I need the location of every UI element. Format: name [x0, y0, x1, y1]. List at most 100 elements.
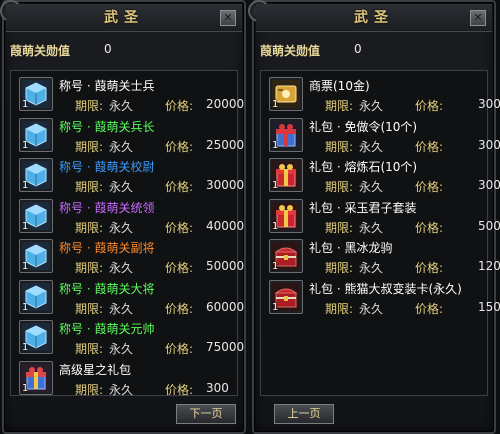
shop-item[interactable]: 1 称号 · 葭萌关统领 期限: 永久 价格: 40000: [11, 197, 244, 237]
item-quantity: 1: [272, 139, 279, 151]
price-label: 价格:: [165, 180, 194, 194]
duration-label: 期限:: [75, 220, 104, 235]
duration-label: 期限:: [75, 301, 104, 316]
shop-item[interactable]: 1 礼包 · 黑冰龙驹期限: 永久 价格: 120000: [261, 237, 500, 277]
item-icon-slot[interactable]: 1: [19, 198, 53, 233]
next-page-button[interactable]: 下一页: [176, 404, 236, 424]
item-name: 礼包 · 免做令(10个): [309, 119, 418, 134]
shop-item[interactable]: 1 商票(10金) 期限: 永久 价格: 3000: [261, 75, 500, 115]
shop-item[interactable]: 1 礼包 · 免做令(10个) 期限: 永久 价格: 3000: [261, 116, 500, 156]
shop-item[interactable]: 1 称号 · 葭萌关副将 期限: 永久 价格: 50000: [11, 237, 244, 277]
item-meta: 期限: 永久 价格: 60000: [75, 300, 244, 317]
item-name: 称号 · 葭萌关大将: [59, 281, 155, 296]
duration-label: 期限:: [325, 180, 354, 194]
item-meta: 期限: 永久 价格: 75000: [75, 340, 244, 357]
item-name: 礼包 · 黑冰龙驹: [309, 241, 393, 255]
price-value: 40000: [206, 218, 245, 233]
item-list: 1商票(10金)期限:永久价格:30001礼包 · 免做令(10个)期限:永久价…: [260, 70, 500, 396]
item-icon-slot[interactable]: 1: [269, 158, 303, 192]
duration-value: 永久: [109, 180, 134, 194]
close-icon: ✕: [473, 11, 483, 24]
duration-value: 永久: [109, 301, 134, 316]
price-label: 价格:: [415, 99, 444, 113]
item-name: 商票(10金): [309, 79, 370, 93]
item-meta: 期限: 永久 价格: 50000: [75, 259, 244, 276]
item-icon-slot[interactable]: 1: [19, 360, 53, 395]
item-meta: 期限: 永久 价格: 120000: [325, 259, 500, 276]
duration-value: 永久: [359, 99, 384, 113]
price-label: 价格:: [165, 301, 194, 316]
item-quantity: 1: [272, 220, 279, 232]
item-quantity: 1: [22, 139, 29, 151]
close-button[interactable]: ✕: [220, 10, 236, 26]
item-icon-slot[interactable]: 1: [269, 279, 303, 314]
shop-item[interactable]: 1 称号 · 葭萌关大将期限: 永久 价格: 60000: [11, 278, 244, 318]
price-label: 价格:: [165, 139, 194, 154]
shop-panel-left: 武圣 ✕ 葭萌关勋值 0 1 称号 · 葭萌关士兵 期限: 永久 价格: 20000 1 称号…: [0, 0, 246, 434]
shop-item[interactable]: 1 礼包 · 熔炼石(10个) 期限: 永久 价格: 3000: [261, 156, 500, 196]
shop-item[interactable]: 1 高级星之礼包 期限: 永久 价格: 300: [11, 359, 237, 399]
item-list: 1 称号 · 葭萌关士兵 期限: 永久 价格: 20000 1 称号 · 葭萌关兵长 期限: 永久…: [10, 70, 244, 399]
duration-value: 永久: [109, 342, 134, 356]
item-name: 礼包 · 熊猫大叔变装卡(永久): [309, 281, 462, 296]
item-quantity: 1: [272, 261, 279, 272]
price-label: 价格:: [165, 220, 194, 235]
item-meta: 期限: 永久 价格: 150000: [325, 300, 500, 317]
duration-value: 永久: [359, 139, 384, 154]
price-value: 120000: [478, 259, 500, 273]
shop-item[interactable]: 1 礼包 · 采玉君子套装期限: 永久 价格: 50000: [261, 197, 500, 237]
price-value: 50000: [478, 218, 500, 233]
duration-label: 期限:: [75, 180, 104, 194]
price-value: 25000: [206, 137, 245, 152]
shop-item[interactable]: 1 称号 · 葭萌关校尉 期限: 永久 价格: 30000: [11, 156, 244, 196]
merit-value: 0: [354, 42, 362, 56]
shop-panel-right: 武圣 ✕ 葭萌关勋值 0 1商票(10金)期限:永久价格:30001礼包 · 免…: [248, 0, 500, 434]
duration-label: 期限:: [75, 342, 104, 356]
duration-label: 期限:: [325, 99, 354, 113]
item-quantity: 1: [22, 342, 29, 353]
price-label: 价格:: [415, 220, 444, 235]
merit-row: 葭萌关勋值 0: [260, 42, 488, 62]
item-icon-slot[interactable]: 1: [19, 77, 53, 111]
item-icon-slot[interactable]: 1: [269, 198, 303, 233]
duration-value: 永久: [359, 220, 384, 235]
duration-label: 期限:: [75, 261, 104, 275]
item-icon-slot[interactable]: 1: [19, 117, 53, 152]
item-icon-slot[interactable]: 1: [19, 239, 53, 273]
duration-value: 永久: [359, 180, 384, 194]
price-value: 3000: [478, 178, 500, 192]
item-icon-slot[interactable]: 1: [19, 320, 53, 354]
item-quantity: 1: [22, 261, 29, 272]
item-quantity: 1: [272, 301, 279, 313]
shop-item[interactable]: 1 称号 · 葭萌关士兵 期限: 永久 价格: 20000: [11, 75, 244, 115]
price-label: 价格:: [415, 261, 444, 275]
price-value: 60000: [206, 299, 245, 314]
item-meta: 期限: 永久 价格: 50000: [325, 219, 500, 236]
duration-value: 永久: [109, 382, 134, 397]
price-label: 价格:: [165, 342, 194, 356]
item-icon-slot[interactable]: 1: [269, 239, 303, 273]
duration-label: 期限:: [325, 220, 354, 235]
shop-item[interactable]: 1 礼包 · 熊猫大叔变装卡(永久) 期限: 永久 价格: 150000: [261, 278, 500, 318]
item-icon-slot[interactable]: 1: [269, 77, 303, 111]
title-bar: 武圣 ✕: [256, 4, 492, 32]
item-icon-slot[interactable]: 1: [19, 279, 53, 314]
item-meta: 期限: 永久 价格: 3000: [325, 138, 500, 155]
item-meta: 期限: 永久 价格: 40000: [75, 219, 244, 236]
price-value: 30000: [206, 178, 245, 192]
duration-label: 期限:: [75, 99, 104, 113]
duration-label: 期限:: [325, 301, 354, 316]
shop-item[interactable]: 1 称号 · 葭萌关元帅 期限: 永久 价格: 75000: [11, 318, 244, 358]
price-value: 300: [206, 380, 229, 395]
item-icon-slot[interactable]: 1: [19, 158, 53, 192]
duration-value: 永久: [109, 261, 134, 275]
duration-label: 期限:: [325, 261, 354, 275]
item-icon-slot[interactable]: 1: [269, 117, 303, 152]
prev-page-button[interactable]: 上一页: [274, 404, 334, 424]
item-name: 称号 · 葭萌关士兵: [59, 79, 155, 93]
shop-item[interactable]: 1 称号 · 葭萌关兵长 期限: 永久 价格: 25000: [11, 116, 244, 156]
close-button[interactable]: ✕: [470, 10, 486, 26]
item-name: 高级星之礼包: [59, 362, 132, 377]
duration-value: 永久: [359, 301, 384, 316]
item-name: 称号 · 葭萌关副将: [59, 241, 155, 255]
